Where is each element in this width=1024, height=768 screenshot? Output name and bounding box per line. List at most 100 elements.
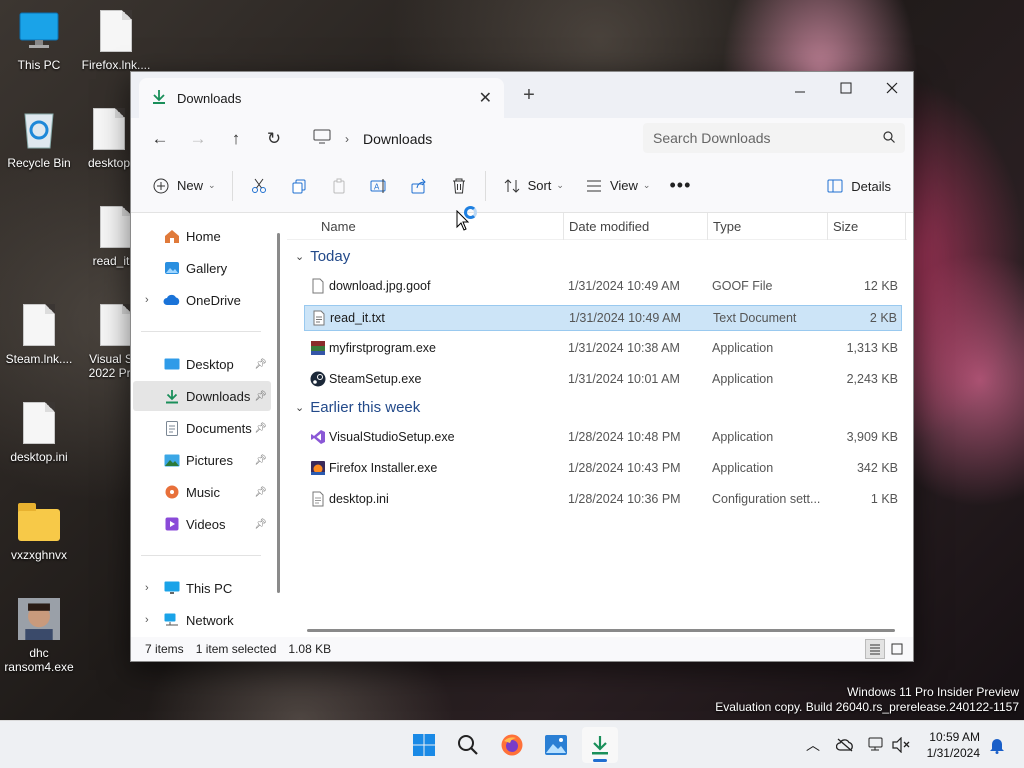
- nav-item-desktop[interactable]: Desktop 📌︎: [133, 349, 271, 379]
- view-label: View: [609, 178, 638, 193]
- chevron-down-icon: ⌄: [208, 180, 216, 190]
- tab-downloads[interactable]: Downloads ✕: [139, 78, 504, 118]
- notifications-bell-icon[interactable]: [986, 735, 1008, 755]
- start-button[interactable]: [406, 727, 442, 763]
- desktop-icon-label: vxzxghnvx: [10, 548, 68, 562]
- sort-button[interactable]: Sort ⌄: [492, 169, 574, 203]
- column-header-type[interactable]: Type: [713, 219, 741, 234]
- column-header-size[interactable]: Size: [833, 219, 858, 234]
- show-hidden-icons-button[interactable]: ︿: [802, 735, 824, 755]
- file-type: Configuration sett...: [712, 492, 821, 506]
- table-row[interactable]: SteamSetup.exe 1/31/2024 10:01 AM Applic…: [304, 367, 902, 393]
- paste-button[interactable]: [319, 169, 359, 203]
- desktop-icon-firefox-lnk[interactable]: Firefox.lnk....: [77, 8, 155, 72]
- column-header-name[interactable]: Name: [321, 219, 356, 234]
- nav-item-this-pc[interactable]: › This PC: [133, 573, 271, 603]
- minimize-button[interactable]: [777, 72, 823, 104]
- group-header-today[interactable]: ⌄ Today: [295, 248, 350, 265]
- taskbar-search-button[interactable]: [450, 727, 486, 763]
- table-row[interactable]: myfirstprogram.exe 1/31/2024 10:38 AM Ap…: [304, 336, 902, 362]
- pin-icon[interactable]: 📌︎: [254, 423, 267, 434]
- column-divider[interactable]: [563, 213, 564, 240]
- tiles-view-button[interactable]: [887, 639, 907, 659]
- firefox-icon: [501, 734, 523, 756]
- new-button[interactable]: New ⌄: [141, 169, 226, 203]
- back-button[interactable]: ←: [141, 123, 179, 155]
- pin-icon[interactable]: 📌︎: [254, 519, 267, 530]
- new-tab-button[interactable]: +: [516, 83, 542, 109]
- nav-item-home[interactable]: Home: [133, 221, 271, 251]
- selection-size: 1.08 KB: [288, 642, 332, 656]
- close-button[interactable]: [869, 72, 915, 104]
- nav-label: Music: [186, 484, 220, 500]
- details-view-button[interactable]: [865, 639, 885, 659]
- nav-item-downloads[interactable]: Downloads 📌︎: [133, 381, 271, 411]
- nav-item-gallery[interactable]: Gallery: [133, 253, 271, 283]
- refresh-button[interactable]: ↻: [255, 123, 293, 155]
- network-status-icon[interactable]: [866, 735, 888, 755]
- cut-button[interactable]: [239, 169, 279, 203]
- trash-icon: [449, 178, 469, 194]
- pin-icon[interactable]: 📌︎: [254, 455, 267, 466]
- pin-icon[interactable]: 📌︎: [254, 391, 267, 402]
- table-row[interactable]: Firefox Installer.exe 1/28/2024 10:43 PM…: [304, 456, 902, 482]
- file-date: 1/31/2024 10:38 AM: [568, 341, 680, 355]
- nav-item-network[interactable]: › Network: [133, 605, 271, 635]
- horizontal-scrollbar[interactable]: [307, 629, 895, 632]
- maximize-button[interactable]: [823, 72, 869, 104]
- firefox-installer-icon: [311, 461, 325, 475]
- command-bar: New ⌄ A Sort ⌄ View ⌄ ••• Details: [131, 159, 913, 213]
- taskbar-photos[interactable]: [538, 727, 574, 763]
- breadcrumb[interactable]: › Downloads: [305, 124, 700, 154]
- desktop-icon-desktop-ini-2[interactable]: desktop.ini: [0, 400, 78, 464]
- column-divider[interactable]: [827, 213, 828, 240]
- column-header-date[interactable]: Date modified: [569, 219, 649, 234]
- visual-studio-icon: [311, 430, 325, 444]
- taskbar-file-explorer-downloads[interactable]: [582, 727, 618, 763]
- delete-button[interactable]: [439, 169, 479, 203]
- rename-icon: A: [369, 178, 389, 194]
- desktop-icon-folder[interactable]: vxzxghnvx: [0, 498, 78, 562]
- desktop-icon-recycle-bin[interactable]: Recycle Bin: [0, 106, 78, 170]
- table-row[interactable]: download.jpg.goof 1/31/2024 10:49 AM GOO…: [304, 274, 902, 300]
- search-box[interactable]: [643, 123, 905, 153]
- rename-button[interactable]: A: [359, 169, 399, 203]
- details-pane-button[interactable]: Details: [815, 169, 901, 203]
- nav-item-videos[interactable]: Videos 📌︎: [133, 509, 271, 539]
- share-button[interactable]: [399, 169, 439, 203]
- search-input[interactable]: [653, 130, 883, 146]
- file-name: Firefox Installer.exe: [329, 461, 438, 475]
- table-row[interactable]: VisualStudioSetup.exe 1/28/2024 10:48 PM…: [304, 425, 902, 451]
- desktop-icon-this-pc[interactable]: This PC: [0, 8, 78, 72]
- nav-item-documents[interactable]: Documents 📌︎: [133, 413, 271, 443]
- desktop-icon-steam-lnk[interactable]: Steam.lnk....: [0, 302, 78, 366]
- column-divider[interactable]: [707, 213, 708, 240]
- forward-button[interactable]: →: [179, 123, 217, 155]
- volume-muted-icon[interactable]: [890, 735, 912, 755]
- gear-file-icon: [88, 106, 130, 152]
- nav-item-onedrive[interactable]: › OneDrive: [133, 285, 271, 315]
- tab-close-icon[interactable]: ✕: [479, 88, 492, 108]
- archive-app-icon: [311, 341, 325, 355]
- view-button[interactable]: View ⌄: [574, 169, 661, 203]
- desktop-icon-dhc-ransom[interactable]: dhc ransom4.exe: [0, 596, 78, 674]
- group-header-earlier-this-week[interactable]: ⌄ Earlier this week: [295, 399, 420, 416]
- sort-label: Sort: [527, 178, 552, 193]
- table-row-selected[interactable]: read_it.txt 1/31/2024 10:49 AM Text Docu…: [304, 305, 902, 331]
- copy-button[interactable]: [279, 169, 319, 203]
- taskbar-firefox[interactable]: [494, 727, 530, 763]
- nav-item-pictures[interactable]: Pictures 📌︎: [133, 445, 271, 475]
- pin-icon[interactable]: 📌︎: [254, 359, 267, 370]
- pin-icon[interactable]: 📌︎: [254, 487, 267, 498]
- nav-label: OneDrive: [186, 292, 241, 308]
- up-button[interactable]: ↑: [217, 123, 255, 155]
- table-row[interactable]: desktop.ini 1/28/2024 10:36 PM Configura…: [304, 487, 902, 513]
- nav-item-music[interactable]: Music 📌︎: [133, 477, 271, 507]
- more-options-button[interactable]: •••: [660, 169, 700, 203]
- column-divider[interactable]: [905, 213, 906, 240]
- nav-scrollbar[interactable]: [277, 233, 280, 593]
- file-date: 1/31/2024 10:49 AM: [568, 279, 680, 293]
- onedrive-status-icon[interactable]: [834, 735, 856, 755]
- share-icon: [409, 178, 429, 194]
- clock[interactable]: 10:59 AM 1/31/2024: [927, 729, 980, 761]
